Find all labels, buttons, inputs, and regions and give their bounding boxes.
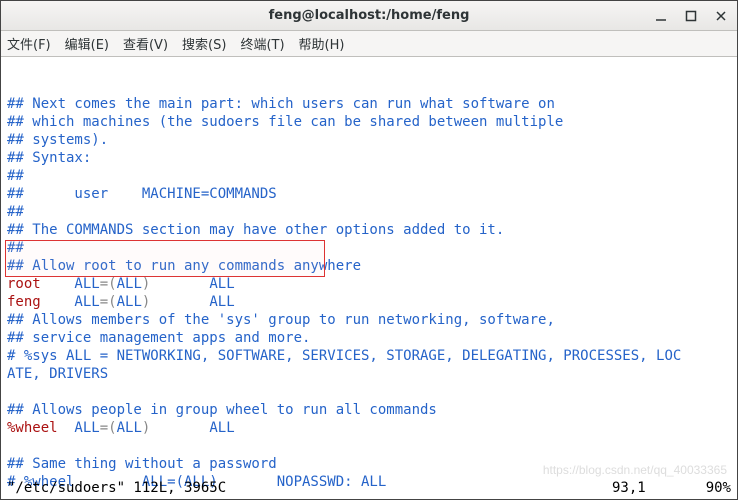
maximize-button[interactable] (683, 8, 699, 24)
minimize-button[interactable] (653, 8, 669, 24)
status-file: "/etc/sudoers" 112L, 3965C (7, 479, 226, 497)
comment-line: ## systems). (7, 132, 108, 148)
menu-edit[interactable]: 编辑(E) (65, 34, 109, 53)
comment-line: ## Same thing without a password (7, 456, 277, 472)
sudoers-line-root: root ALL=(ALL) ALL (7, 276, 235, 292)
comment-line: ## Next comes the main part: which users… (7, 96, 555, 112)
menu-view[interactable]: 查看(V) (123, 34, 168, 53)
close-button[interactable] (713, 8, 729, 24)
comment-line: ## Syntax: (7, 150, 91, 166)
menu-help[interactable]: 帮助(H) (299, 34, 345, 53)
window-controls (653, 1, 729, 30)
vim-status-line: "/etc/sudoers" 112L, 3965C 93,1 90% (7, 479, 731, 497)
menu-search[interactable]: 搜索(S) (182, 34, 226, 53)
comment-line: ## (7, 168, 24, 184)
menubar: 文件(F) 编辑(E) 查看(V) 搜索(S) 终端(T) 帮助(H) (1, 31, 737, 57)
comment-line: ## Allow root to run any commands anywhe… (7, 258, 361, 274)
comment-line: ## (7, 204, 24, 220)
comment-line: ## service management apps and more. (7, 330, 310, 346)
status-percent: 90% (706, 479, 731, 497)
comment-line: ## (7, 240, 24, 256)
menu-terminal[interactable]: 终端(T) (240, 34, 284, 53)
sudoers-line-wheel: %wheel ALL=(ALL) ALL (7, 420, 235, 436)
watermark: https://blog.csdn.net/qq_40033365 (543, 461, 727, 479)
status-position: 93,1 (612, 479, 646, 497)
comment-line: ## which machines (the sudoers file can … (7, 114, 563, 130)
comment-line: ATE, DRIVERS (7, 366, 108, 382)
comment-line: ## Allows members of the 'sys' group to … (7, 312, 555, 328)
comment-line: ## Allows people in group wheel to run a… (7, 402, 437, 418)
comment-line: ## The COMMANDS section may have other o… (7, 222, 504, 238)
terminal-area[interactable]: ## Next comes the main part: which users… (1, 57, 737, 499)
titlebar: feng@localhost:/home/feng (1, 1, 737, 31)
window-title: feng@localhost:/home/feng (269, 8, 470, 23)
comment-line: ## user MACHINE=COMMANDS (7, 186, 277, 202)
comment-line: # %sys ALL = NETWORKING, SOFTWARE, SERVI… (7, 348, 681, 364)
menu-file[interactable]: 文件(F) (7, 34, 51, 53)
sudoers-line-feng: feng ALL=(ALL) ALL (7, 294, 235, 310)
